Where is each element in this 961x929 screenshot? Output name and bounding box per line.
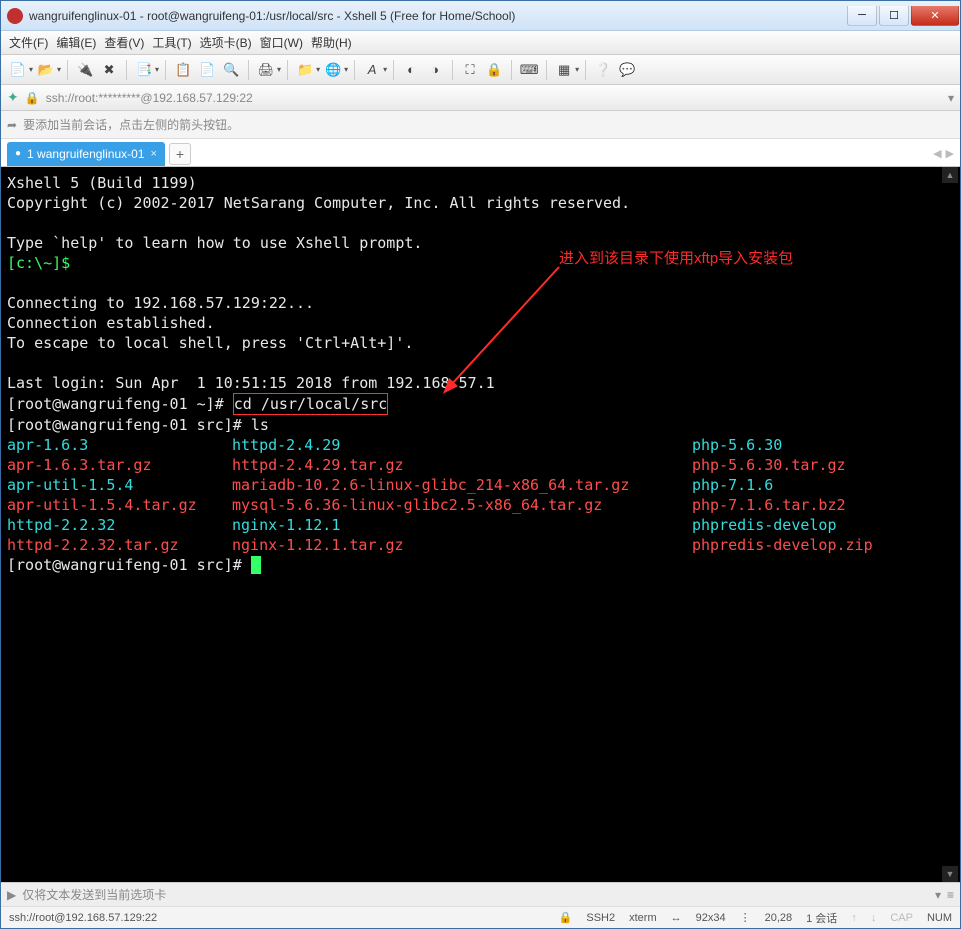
status-proto-icon: 🔒 (559, 911, 573, 924)
session-tab[interactable]: ● 1 wangruifenglinux-01 × (7, 142, 165, 166)
new-tab-button[interactable]: + (169, 143, 191, 165)
tab-next-icon[interactable]: ▶ (946, 147, 954, 160)
window-titlebar: wangruifenglinux-01 - root@wangruifeng-0… (1, 1, 960, 31)
send-bar: ▶ 仅将文本发送到当前选项卡 ▾ ≡ (1, 882, 960, 906)
window-title: wangruifenglinux-01 - root@wangruifeng-0… (29, 9, 846, 23)
send-icon[interactable]: ▶ (7, 888, 16, 902)
status-connection: ssh://root@192.168.57.129:22 (9, 912, 157, 924)
xftp-icon[interactable]: 📁 (294, 59, 316, 81)
annotation-text: 进入到该目录下使用xftp导入安装包 (559, 247, 793, 268)
menu-tabs[interactable]: 选项卡(B) (200, 34, 252, 51)
properties-icon[interactable]: 📑 (133, 59, 155, 81)
find-icon[interactable]: 🔍 (220, 59, 242, 81)
address-text[interactable]: ssh://root:*********@192.168.57.129:22 (46, 91, 942, 105)
status-sessions: 1 会话 (806, 910, 837, 926)
disconnect-icon[interactable]: ✖ (98, 59, 120, 81)
menu-help[interactable]: 帮助(H) (311, 34, 352, 51)
layout-icon[interactable]: ▦ (553, 59, 575, 81)
font-icon[interactable]: A (361, 59, 383, 81)
add-session-icon[interactable]: ✦ (7, 89, 19, 106)
status-size-icon: ↔ (671, 912, 682, 924)
open-icon[interactable]: 📂 (35, 59, 57, 81)
status-num: NUM (927, 912, 952, 924)
new-session-icon[interactable]: 📄 (7, 59, 29, 81)
status-cap: CAP (890, 912, 913, 924)
address-dropdown-icon[interactable]: ▾ (948, 91, 954, 105)
terminal-scrollbar[interactable]: ▲ ▼ (942, 167, 958, 882)
minimize-button[interactable]: ─ (847, 6, 877, 26)
about-icon[interactable]: 💬 (616, 59, 638, 81)
maximize-button[interactable]: ☐ (879, 6, 909, 26)
menu-tools[interactable]: 工具(T) (152, 34, 191, 51)
scroll-down-icon[interactable]: ▼ (942, 866, 958, 882)
fullscreen-icon[interactable]: ⛶ (459, 59, 481, 81)
status-down-icon[interactable]: ↓ (871, 912, 877, 924)
palette-icon[interactable]: ◑ (424, 59, 446, 81)
menu-view[interactable]: 查看(V) (104, 34, 144, 51)
hint-text: 要添加当前会话，点击左侧的箭头按钮。 (23, 116, 239, 133)
tabbar: ● 1 wangruifenglinux-01 × + ◀ ▶ (1, 139, 960, 167)
tab-prev-icon[interactable]: ◀ (933, 147, 941, 160)
help-icon[interactable]: ❔ (592, 59, 614, 81)
scroll-up-icon[interactable]: ▲ (942, 167, 958, 183)
menu-edit[interactable]: 编辑(E) (56, 34, 96, 51)
hint-arrow-icon[interactable]: ➦ (7, 118, 17, 132)
app-icon (7, 8, 23, 24)
statusbar: ssh://root@192.168.57.129:22 🔒 SSH2 xter… (1, 906, 960, 928)
send-dropdown-icon[interactable]: ▾ (935, 888, 941, 902)
status-up-icon[interactable]: ↑ (851, 912, 857, 924)
menu-file[interactable]: 文件(F) (9, 34, 48, 51)
hintbar: ➦ 要添加当前会话，点击左侧的箭头按钮。 (1, 111, 960, 139)
lock-status-icon: 🔒 (25, 91, 40, 105)
terminal-output[interactable]: Xshell 5 (Build 1199) Copyright (c) 2002… (1, 167, 960, 882)
menu-window[interactable]: 窗口(W) (260, 34, 303, 51)
status-pos-icon: ⋮ (740, 911, 751, 924)
status-proto: SSH2 (586, 912, 615, 924)
status-term: xterm (629, 912, 657, 924)
status-size: 92x34 (696, 912, 726, 924)
tab-status-icon: ● (15, 148, 21, 159)
tab-close-icon[interactable]: × (150, 148, 156, 160)
send-menu-icon[interactable]: ≡ (947, 888, 954, 902)
terminal-area[interactable]: Xshell 5 (Build 1199) Copyright (c) 2002… (1, 167, 960, 882)
keyboard-icon[interactable]: ⌨ (518, 59, 540, 81)
color-icon[interactable]: ◐ (400, 59, 422, 81)
terminal-cursor (251, 556, 261, 574)
status-pos: 20,28 (765, 912, 793, 924)
print-icon[interactable]: 🖨 (255, 59, 277, 81)
close-button[interactable]: ✕ (911, 6, 959, 26)
paste-icon[interactable]: 📄 (196, 59, 218, 81)
menubar: 文件(F) 编辑(E) 查看(V) 工具(T) 选项卡(B) 窗口(W) 帮助(… (1, 31, 960, 55)
toolbar: 📄▾ 📂▾ 🔌 ✖ 📑▾ 📋 📄 🔍 🖨▾ 📁▾ 🌐▾ A▾ ◐ ◑ ⛶ 🔒 ⌨… (1, 55, 960, 85)
addressbar: ✦ 🔒 ssh://root:*********@192.168.57.129:… (1, 85, 960, 111)
reconnect-icon[interactable]: 🔌 (74, 59, 96, 81)
tab-label: 1 wangruifenglinux-01 (27, 147, 144, 161)
web-icon[interactable]: 🌐 (322, 59, 344, 81)
send-hint[interactable]: 仅将文本发送到当前选项卡 (22, 886, 929, 903)
copy-icon[interactable]: 📋 (172, 59, 194, 81)
lock-icon[interactable]: 🔒 (483, 59, 505, 81)
